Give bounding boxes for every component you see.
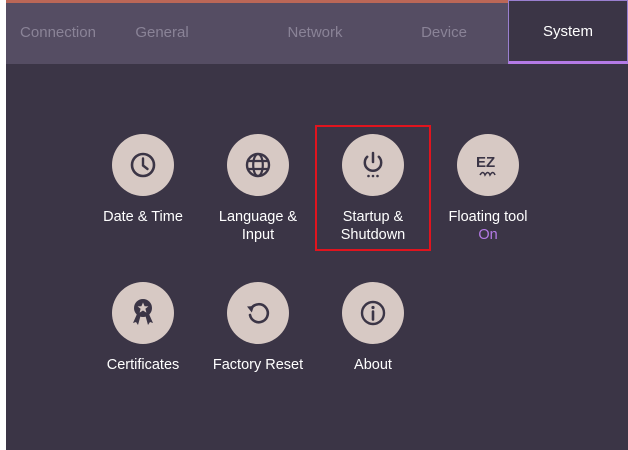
award-ribbon-icon [112, 282, 174, 344]
language-input-label-line-1: Language & [218, 209, 298, 225]
floating-tool-label: Floating tool [448, 209, 528, 225]
startup-shutdown-label: Startup & Shutdown [341, 208, 406, 244]
certificates-label: Certificates [106, 357, 180, 373]
factory-reset-label: Factory Reset [212, 357, 304, 373]
tab-device[interactable]: Device [392, 0, 496, 64]
tab-general[interactable]: General [110, 0, 214, 64]
globe-icon [227, 134, 289, 196]
power-icon [342, 134, 404, 196]
language-input-label-line-2: Input [241, 227, 275, 243]
ez-write-icon: EZ [457, 134, 519, 196]
system-settings-screen: Connection General Network Device System… [6, 0, 628, 450]
language-input-label: Language & Input [219, 208, 297, 244]
startup-shutdown-item[interactable]: Startup & Shutdown [313, 134, 433, 244]
reset-icon [227, 282, 289, 344]
tab-system[interactable]: System [508, 0, 628, 64]
about-label: About [354, 357, 392, 373]
date-time-item[interactable]: Date & Time [83, 134, 203, 226]
startup-shutdown-label-line-1: Startup & [342, 209, 404, 225]
floating-tool-item[interactable]: EZ Floating tool On [428, 134, 548, 244]
about-item[interactable]: About [313, 282, 433, 374]
clock-icon [112, 134, 174, 196]
svg-text:EZ: EZ [476, 154, 495, 171]
tab-connection[interactable]: Connection [6, 0, 110, 64]
factory-reset-item[interactable]: Factory Reset [198, 282, 318, 374]
date-time-label: Date & Time [103, 209, 183, 225]
language-input-item[interactable]: Language & Input [198, 134, 318, 244]
startup-shutdown-label-line-2: Shutdown [340, 227, 406, 243]
floating-tool-status: On [478, 227, 498, 243]
info-icon [342, 282, 404, 344]
tab-bar: Connection General Network Device System [6, 0, 628, 64]
tab-network[interactable]: Network [212, 0, 418, 64]
certificates-item[interactable]: Certificates [83, 282, 203, 374]
